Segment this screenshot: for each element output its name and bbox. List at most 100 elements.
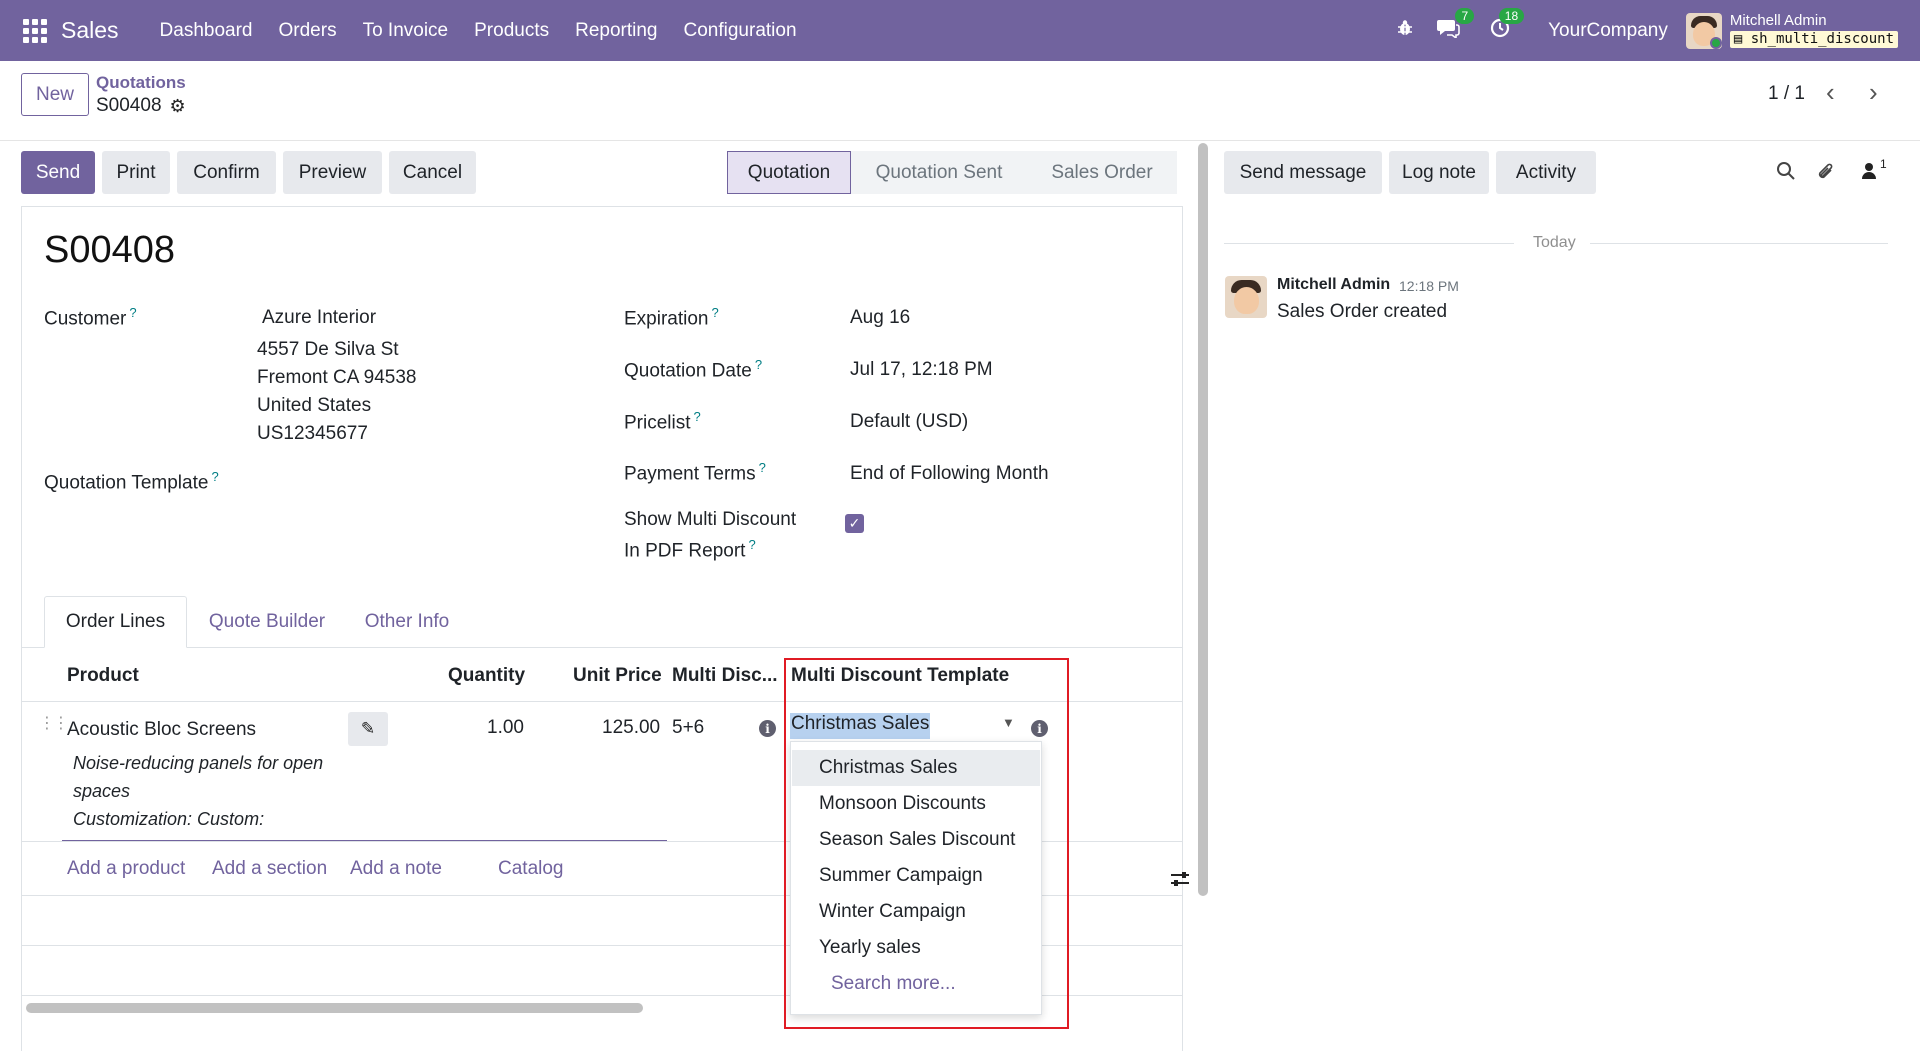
debug-bug-icon[interactable] [1396, 19, 1414, 43]
breadcrumb-quotations[interactable]: Quotations [96, 73, 186, 93]
page-title: S00408 [44, 229, 176, 271]
preview-button[interactable]: Preview [283, 151, 382, 194]
confirm-button[interactable]: Confirm [177, 151, 276, 194]
customer-address-line: United States [257, 395, 372, 416]
help-tooltip-icon[interactable]: ? [129, 305, 136, 320]
new-button[interactable]: New [21, 73, 89, 116]
horizontal-scrollbar[interactable] [26, 1003, 643, 1013]
tab-other-info[interactable]: Other Info [352, 596, 462, 648]
user-avatar[interactable] [1685, 12, 1722, 49]
payment-terms-field[interactable]: End of Following Month [850, 463, 1049, 485]
activity-button[interactable]: Activity [1496, 151, 1596, 194]
paperclip-icon[interactable] [1816, 161, 1836, 189]
menu-orders[interactable]: Orders [266, 20, 350, 42]
customer-address-line: Fremont CA 94538 [257, 367, 417, 388]
info-icon[interactable]: i [759, 720, 776, 737]
message-time: 12:18 PM [1399, 278, 1459, 294]
divider [1224, 243, 1514, 244]
company-switcher[interactable]: YourCompany [1548, 20, 1668, 42]
pricelist-field[interactable]: Default (USD) [850, 411, 968, 433]
send-button[interactable]: Send [21, 151, 95, 194]
expiration-label: Expiration? [624, 305, 719, 330]
search-icon[interactable] [1776, 161, 1796, 187]
row-description-line: spaces [73, 781, 131, 801]
edit-pencil-icon[interactable]: ✎ [348, 712, 388, 746]
date-separator: Today [1533, 234, 1576, 251]
quotation-date-field[interactable]: Jul 17, 12:18 PM [850, 359, 993, 381]
menu-dashboard[interactable]: Dashboard [147, 20, 266, 42]
column-header-unit-price[interactable]: Unit Price [573, 665, 662, 687]
control-panel: New Quotations S00408 ⚙ 1 / 1 ‹ › [0, 61, 1920, 141]
help-tooltip-icon[interactable]: ? [759, 460, 766, 475]
user-menu[interactable]: Mitchell Admin ▤ sh_multi_discount [1729, 12, 1898, 48]
quotation-template-field[interactable] [262, 469, 582, 495]
menu-products[interactable]: Products [461, 20, 562, 42]
tab-order-lines[interactable]: Order Lines [44, 596, 187, 648]
cancel-button[interactable]: Cancel [389, 151, 476, 194]
pager-value[interactable]: 1 / 1 [1768, 83, 1805, 105]
multi-discount-pdf-label: Show Multi Discount [624, 509, 797, 530]
pager-next-icon[interactable]: › [1869, 77, 1878, 108]
multi-discount-pdf-label: In PDF Report? [624, 537, 756, 562]
gear-icon[interactable]: ⚙ [170, 96, 186, 117]
help-tooltip-icon[interactable]: ? [211, 469, 218, 484]
row-multi-disc[interactable]: 5+6 [672, 717, 704, 739]
tab-quote-builder[interactable]: Quote Builder [202, 596, 332, 648]
online-status-icon [1709, 36, 1722, 49]
annotation-highlight-box [784, 658, 1069, 1029]
activities-clock-icon[interactable]: 18 [1490, 7, 1525, 44]
add-section-link[interactable]: Add a section [212, 858, 327, 880]
row-description-line: Noise-reducing panels for open [73, 753, 324, 773]
column-header-multi-disc[interactable]: Multi Disc... [672, 665, 778, 687]
quotation-template-label: Quotation Template? [44, 469, 219, 494]
add-note-link[interactable]: Add a note [350, 858, 442, 880]
notebook-tabs: Order Lines Quote Builder Other Info [22, 596, 1182, 648]
vertical-scrollbar[interactable] [1198, 143, 1208, 896]
help-tooltip-icon[interactable]: ? [755, 357, 762, 372]
customer-vat: US12345677 [257, 423, 368, 444]
followers-icon[interactable] [1861, 161, 1877, 187]
help-tooltip-icon[interactable]: ? [694, 409, 701, 424]
breadcrumb-current-label: S00408 [96, 95, 162, 116]
add-product-link[interactable]: Add a product [67, 858, 185, 880]
app-name[interactable]: Sales [61, 17, 119, 44]
help-tooltip-icon[interactable]: ? [748, 537, 755, 552]
row-unit-price[interactable]: 125.00 [602, 717, 660, 739]
customer-name[interactable]: Azure Interior [262, 307, 376, 329]
help-tooltip-icon[interactable]: ? [712, 305, 719, 320]
column-header-product[interactable]: Product [67, 665, 139, 687]
customer-label: Customer? [44, 305, 137, 330]
main-menu: Dashboard Orders To Invoice Products Rep… [147, 20, 810, 42]
message-avatar[interactable] [1225, 276, 1267, 318]
status-bar: Quotation Quotation Sent Sales Order [727, 151, 1177, 194]
optional-columns-icon[interactable] [1170, 870, 1190, 894]
message-author[interactable]: Mitchell Admin [1277, 276, 1390, 294]
stage-sales-order[interactable]: Sales Order [1027, 151, 1177, 194]
log-note-button[interactable]: Log note [1389, 151, 1489, 194]
quotation-date-label: Quotation Date? [624, 357, 763, 382]
top-navbar: Sales Dashboard Orders To Invoice Produc… [0, 0, 1920, 61]
database-tag: ▤ sh_multi_discount [1729, 31, 1898, 48]
column-header-quantity[interactable]: Quantity [448, 665, 525, 687]
drag-handle-icon[interactable]: ⋮⋮ [39, 716, 69, 732]
row-product[interactable]: Acoustic Bloc Screens [67, 719, 256, 741]
print-button[interactable]: Print [102, 151, 170, 194]
messages-icon[interactable]: 7 [1436, 7, 1475, 44]
expiration-field[interactable]: Aug 16 [850, 307, 910, 329]
messages-count-badge: 7 [1455, 7, 1475, 24]
menu-to-invoice[interactable]: To Invoice [350, 20, 462, 42]
breadcrumb-current: S00408 ⚙ [96, 95, 186, 117]
stage-quotation-sent[interactable]: Quotation Sent [851, 151, 1027, 194]
stage-quotation[interactable]: Quotation [727, 151, 851, 194]
payment-terms-label: Payment Terms? [624, 460, 766, 485]
pager-previous-icon[interactable]: ‹ [1826, 77, 1835, 108]
user-name: Mitchell Admin [1729, 12, 1827, 30]
multi-discount-pdf-checkbox[interactable]: ✓ [845, 514, 864, 533]
send-message-button[interactable]: Send message [1224, 151, 1382, 194]
row-quantity[interactable]: 1.00 [487, 717, 524, 739]
menu-reporting[interactable]: Reporting [562, 20, 670, 42]
menu-configuration[interactable]: Configuration [671, 20, 810, 42]
apps-grid-icon[interactable] [23, 18, 47, 43]
catalog-link[interactable]: Catalog [498, 858, 564, 880]
followers-count: 1 [1880, 157, 1887, 171]
